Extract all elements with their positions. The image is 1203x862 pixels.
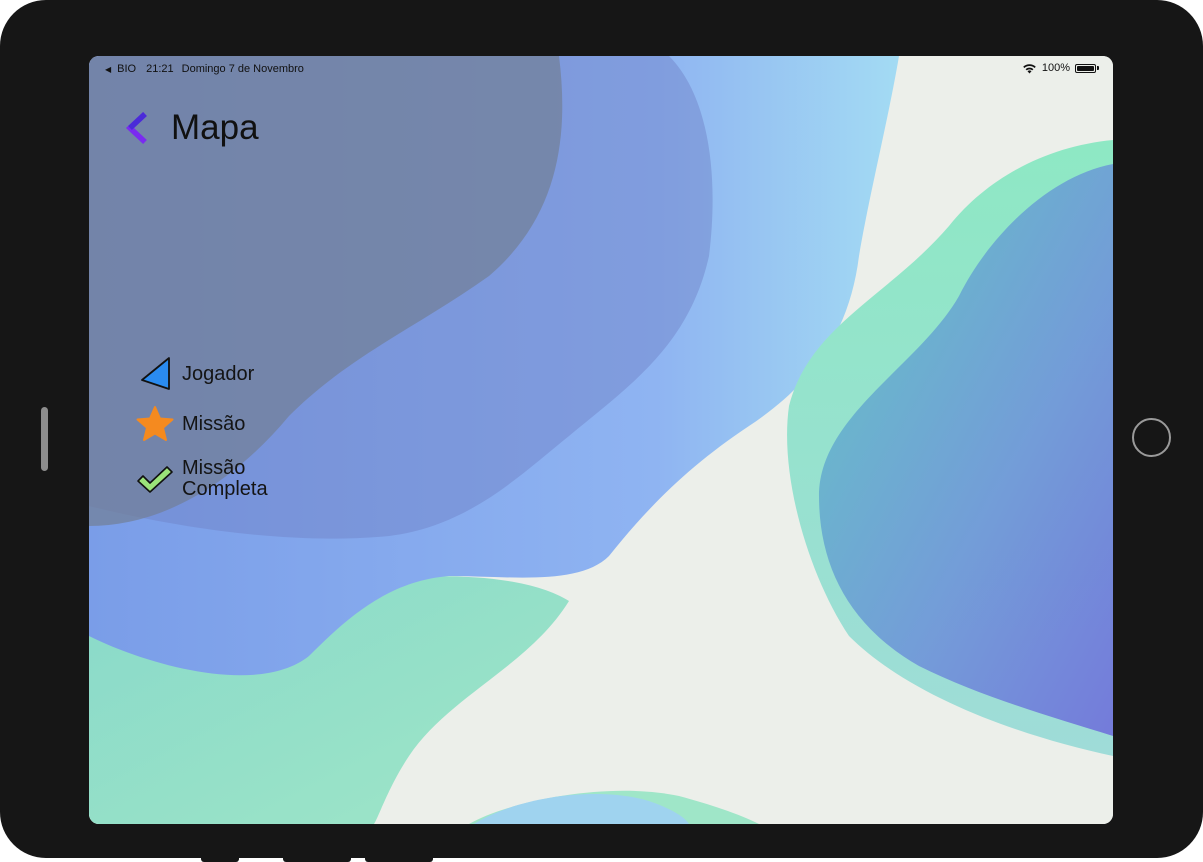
legend-item-mission-complete: Missão Completa <box>135 458 268 500</box>
legend-label-line2: Completa <box>182 478 268 500</box>
status-date: Domingo 7 de Novembro <box>181 63 304 75</box>
legend-label: Missão <box>182 412 246 435</box>
status-time: 21:21 <box>146 63 174 75</box>
legend-label: Missão Completa <box>182 458 268 500</box>
legend-label-line1: Missão <box>182 457 246 479</box>
wifi-icon <box>1023 63 1036 73</box>
page-title: Mapa <box>171 108 259 147</box>
home-button[interactable] <box>1132 418 1171 457</box>
hardware-button <box>201 850 239 862</box>
player-arrow-icon <box>135 354 175 394</box>
star-icon <box>135 404 175 444</box>
battery-cap <box>1097 66 1099 70</box>
back-to-app-icon[interactable]: ◀ <box>105 65 111 74</box>
chevron-left-icon <box>125 111 147 145</box>
carrier-label: BIO <box>117 63 137 75</box>
checkmark-icon <box>135 459 175 499</box>
camera-bar <box>41 407 48 471</box>
battery-icon <box>1075 63 1096 73</box>
page-header: Mapa <box>125 108 259 148</box>
hardware-button <box>365 850 433 862</box>
screen: ◀ BIO 21:21 Domingo 7 de Novembro 100% M… <box>89 56 1113 824</box>
legend-item-player: Jogador <box>135 354 254 394</box>
status-bar: ◀ BIO 21:21 Domingo 7 de Novembro 100% <box>89 56 1113 84</box>
back-button[interactable] <box>125 108 153 148</box>
hardware-button <box>283 850 351 862</box>
battery-percent: 100% <box>1041 62 1070 74</box>
legend-item-mission: Missão <box>135 404 245 444</box>
legend-label: Jogador <box>182 362 255 385</box>
